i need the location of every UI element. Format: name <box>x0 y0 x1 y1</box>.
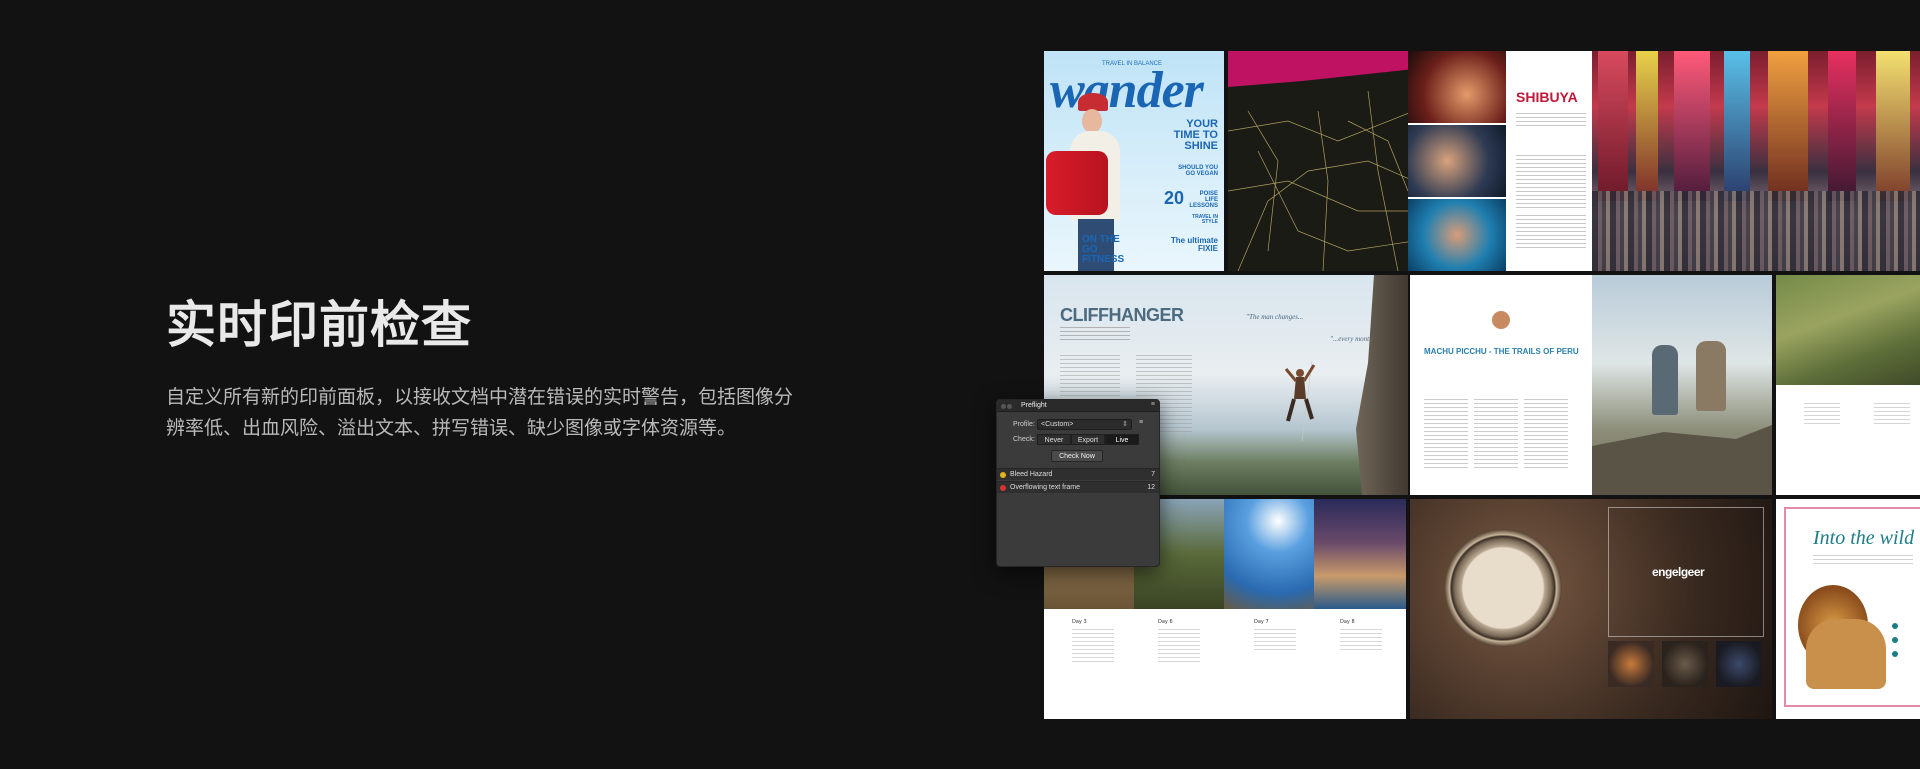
wander-headline-1: YOUR TIME TO SHINE <box>1173 118 1218 152</box>
machu-picchu-page: MACHU PICCHU - THE TRAILS OF PERU <box>1410 275 1772 495</box>
sign-5 <box>1768 51 1808 201</box>
lion-bullet-1 <box>1892 623 1898 629</box>
profile-value: <Custom> <box>1041 421 1074 428</box>
shibuya-body-text-2 <box>1516 215 1586 249</box>
rock-ledge <box>1592 425 1772 495</box>
watch-thumb-2 <box>1662 641 1708 687</box>
sign-4 <box>1724 51 1750 201</box>
sign-2 <box>1636 51 1658 201</box>
machu-col-3 <box>1524 399 1568 469</box>
ruins-text-2 <box>1874 403 1910 427</box>
issue-name: Overflowing text frame <box>1010 484 1081 491</box>
crowd <box>1592 191 1920 271</box>
issue-row[interactable]: Overflowing text frame 12 <box>997 481 1159 493</box>
cliff-rock <box>1356 275 1408 495</box>
watch-ad-page: engelgeer <box>1410 499 1772 719</box>
sign-1 <box>1598 51 1628 201</box>
travel-photo-3 <box>1224 499 1314 609</box>
author-avatar <box>1492 311 1510 329</box>
lion-bullet-3 <box>1892 651 1898 657</box>
cliffhanger-body-text-1 <box>1060 355 1120 405</box>
window-controls[interactable] <box>1001 404 1006 409</box>
day-text-3 <box>1254 629 1296 653</box>
wander-headline-6: The ultimate FIXIE <box>1170 236 1218 253</box>
ruins-text-1 <box>1804 403 1840 427</box>
profile-list-icon[interactable]: ≡ <box>1139 419 1143 426</box>
hikers-photo <box>1592 275 1772 495</box>
day-label-2: Day 6 <box>1158 619 1173 625</box>
city-street-page <box>1592 51 1920 271</box>
machu-col-2 <box>1474 399 1518 469</box>
day-text-4 <box>1340 629 1382 653</box>
preflight-title: Preflight <box>1021 402 1047 409</box>
issue-name: Bleed Hazard <box>1010 471 1053 478</box>
red-suitcase <box>1046 151 1108 215</box>
machu-col-1 <box>1424 399 1468 469</box>
travel-photo-4 <box>1314 499 1406 609</box>
model-face <box>1082 109 1102 133</box>
cliffhanger-intro-text <box>1060 327 1130 341</box>
ruins-page <box>1776 275 1920 495</box>
wander-logo: wander <box>1050 62 1204 119</box>
hero-title: 实时印前检查 <box>166 296 472 354</box>
profile-label: Profile: <box>1013 421 1035 428</box>
wander-headline-5: ON THE GO FITNESS <box>1082 234 1125 265</box>
profile-select[interactable]: <Custom> ⇕ <box>1037 419 1132 430</box>
wander-headline-3: POISE LIFE LESSONS <box>1189 191 1218 209</box>
cliffhanger-quote-1: "The man changes... <box>1246 313 1304 321</box>
shibuya-photo-3 <box>1408 199 1506 271</box>
chevron-updown-icon: ⇕ <box>1122 421 1128 428</box>
map-page <box>1228 51 1414 271</box>
wander-headline-4: TRAVEL IN STYLE <box>1192 214 1218 225</box>
lion-intro-text <box>1813 555 1913 567</box>
day-text-1 <box>1072 629 1114 665</box>
day-text-2 <box>1158 629 1200 665</box>
wander-headline-2: SHOULD YOU GO VEGAN <box>1178 165 1218 177</box>
issue-count: 12 <box>1147 484 1155 491</box>
lion-bullet-2 <box>1892 637 1898 643</box>
shibuya-title: SHIBUYA <box>1516 89 1578 105</box>
day-label-1: Day 3 <box>1072 619 1087 625</box>
day-label-3: Day 7 <box>1254 619 1269 625</box>
hiker-1 <box>1652 345 1678 415</box>
check-label: Check: <box>1013 436 1035 443</box>
sign-3 <box>1674 51 1710 201</box>
watch-thumb-3 <box>1716 641 1762 687</box>
climber-figure <box>1284 361 1316 441</box>
check-option-never[interactable]: Never <box>1037 434 1071 445</box>
watch-dial <box>1444 529 1562 647</box>
wander-cover-page: TRAVEL IN BALANCE wander YOUR TIME TO SH… <box>1044 51 1224 271</box>
shibuya-photo-2 <box>1408 125 1506 197</box>
issue-count: 7 <box>1151 471 1155 478</box>
check-option-export[interactable]: Export <box>1071 434 1105 445</box>
shibuya-body-text <box>1516 155 1586 209</box>
watch-brand: engelgeer <box>1652 565 1705 579</box>
day-label-4: Day 8 <box>1340 619 1355 625</box>
cliffhanger-quote-2: "...every month" <box>1330 335 1376 343</box>
ruins-photo <box>1776 275 1920 385</box>
machu-title: MACHU PICCHU - THE TRAILS OF PERU <box>1424 347 1579 356</box>
check-now-button[interactable]: Check Now <box>1051 450 1103 462</box>
wander-headline-3-number: 20 <box>1163 188 1184 208</box>
preflight-panel: Preflight ≡ Profile: <Custom> ⇕ ≡ Check:… <box>996 399 1160 567</box>
sign-7 <box>1876 51 1910 201</box>
map-roads <box>1228 90 1414 271</box>
lion-body <box>1806 619 1886 689</box>
hero-description: 自定义所有新的印前面板，以接收文档中潜在错误的实时警告，包括图像分辨率低、出血风… <box>166 386 794 439</box>
preflight-header[interactable]: Preflight ≡ <box>997 400 1159 412</box>
shibuya-intro-text <box>1516 113 1586 129</box>
shibuya-photo-1 <box>1408 51 1506 123</box>
sign-6 <box>1828 51 1856 201</box>
panel-menu-icon[interactable]: ≡ <box>1151 401 1155 408</box>
watch-thumb-1 <box>1608 641 1654 687</box>
issue-row[interactable]: Bleed Hazard 7 <box>997 468 1159 480</box>
spread-grid: TRAVEL IN BALANCE wander YOUR TIME TO SH… <box>1044 51 1920 719</box>
check-option-live[interactable]: Live <box>1105 434 1139 445</box>
lion-page: Into the wild <box>1776 499 1920 719</box>
warning-icon <box>1000 472 1006 478</box>
error-icon <box>1000 485 1006 491</box>
hiker-2 <box>1696 341 1726 411</box>
lion-title: Into the wild <box>1813 527 1915 549</box>
cliffhanger-title: CLIFFHANGER <box>1060 305 1184 325</box>
